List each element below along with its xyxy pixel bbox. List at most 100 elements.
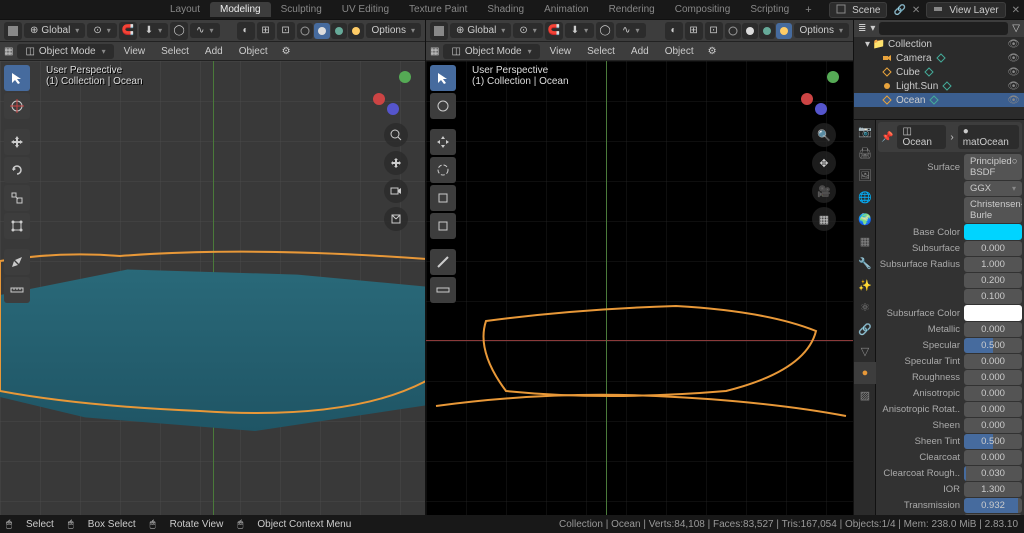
pivot-dropdown[interactable]: ⊙ — [513, 23, 542, 38]
workspace-sculpting[interactable]: Sculpting — [271, 2, 332, 17]
prop-value-ior[interactable]: 1.300 — [964, 482, 1022, 497]
prop-value-clearcoat-rough--[interactable]: 0.030 — [964, 466, 1022, 481]
menu-edit[interactable]: Edit — [58, 4, 93, 16]
zoom-icon[interactable]: 🔍 — [812, 123, 836, 147]
breadcrumb-material[interactable]: ● matOcean — [958, 125, 1019, 149]
tool-measure[interactable] — [430, 277, 456, 303]
orientation-dropdown[interactable]: ⊕ Global — [450, 23, 511, 38]
tab-object[interactable]: ▦ — [854, 230, 876, 252]
breadcrumb-object[interactable]: ◫ Ocean — [897, 125, 946, 149]
visibility-icon[interactable]: 👁 — [1007, 67, 1020, 78]
workspace-texture-paint[interactable]: Texture Paint — [399, 2, 477, 17]
gizmo-toggle[interactable]: ◐ — [237, 22, 255, 40]
pin-icon[interactable]: 📌 — [881, 132, 893, 143]
menu-add[interactable]: Add — [625, 46, 655, 57]
filter-icon[interactable]: ⚙ — [282, 46, 291, 57]
scene-close-icon[interactable]: ✕ — [912, 5, 920, 16]
workspace-modeling[interactable]: Modeling — [210, 2, 271, 17]
tool-rotate[interactable] — [4, 157, 30, 183]
tab-output[interactable]: 🖨 — [854, 142, 876, 164]
tool-select[interactable] — [430, 65, 456, 91]
prop-value-subsurface[interactable]: 0.000 — [964, 241, 1022, 256]
tab-scene[interactable]: 🌐 — [854, 186, 876, 208]
subsurface-method-dropdown[interactable]: Christensen-Burle — [964, 197, 1022, 223]
tab-mesh[interactable]: ▽ — [854, 340, 876, 362]
workspace-scripting[interactable]: Scripting — [740, 2, 799, 17]
mode-dropdown[interactable]: ◫ Object Mode — [443, 44, 539, 59]
outliner-type-icon[interactable]: ≣ — [858, 23, 866, 34]
tab-viewlayer[interactable]: 🖼 — [854, 164, 876, 186]
tool-annotate[interactable] — [430, 249, 456, 275]
tool-move[interactable] — [430, 129, 456, 155]
prop-value-metallic[interactable]: 0.000 — [964, 322, 1022, 337]
prop-value-subsurface-radius[interactable]: 1.000 — [964, 257, 1022, 272]
prop-value-sheen-tint[interactable]: 0.500 — [964, 434, 1022, 449]
menu-select[interactable]: Select — [155, 46, 195, 57]
shading-solid[interactable] — [314, 23, 330, 39]
tab-particle[interactable]: ✨ — [854, 274, 876, 296]
editor-sub-icon[interactable]: ▦ — [4, 46, 13, 57]
prop-value-specular[interactable]: 0.500 — [964, 338, 1022, 353]
workspace-layout[interactable]: Layout — [160, 2, 210, 17]
tool-transform[interactable] — [4, 213, 30, 239]
shading-solid[interactable] — [742, 23, 758, 39]
xray-toggle[interactable]: ⊡ — [277, 22, 295, 40]
layer-close-icon[interactable]: ✕ — [1012, 5, 1020, 16]
tool-annotate[interactable] — [4, 249, 30, 275]
proportional-toggle[interactable]: ◯ — [170, 22, 188, 40]
snap-dropdown[interactable]: ⬇ — [139, 23, 168, 38]
snap-toggle[interactable]: 🧲 — [119, 22, 137, 40]
visibility-icon[interactable]: 👁 — [1007, 81, 1020, 92]
menu-render[interactable]: Render — [93, 4, 145, 16]
outliner-item-light-sun[interactable]: Light.Sun 👁 — [854, 79, 1024, 93]
prop-value-sheen[interactable]: 0.000 — [964, 418, 1022, 433]
tool-cursor[interactable] — [4, 93, 30, 119]
tool-scale[interactable] — [4, 185, 30, 211]
menu-view[interactable]: View — [118, 46, 152, 57]
proportional-toggle[interactable]: ◯ — [596, 22, 614, 40]
tool-rotate[interactable] — [430, 157, 456, 183]
outliner-item-cube[interactable]: Cube 👁 — [854, 65, 1024, 79]
xray-toggle[interactable]: ⊡ — [705, 22, 723, 40]
distribution-dropdown[interactable]: GGX — [964, 181, 1022, 196]
perspective-toggle-icon[interactable]: ▦ — [812, 207, 836, 231]
tab-modifier[interactable]: 🔧 — [854, 252, 876, 274]
tool-scale[interactable] — [430, 185, 456, 211]
nav-gizmo[interactable] — [371, 65, 421, 115]
prop-value-clearcoat[interactable]: 0.000 — [964, 450, 1022, 465]
tool-cursor[interactable] — [430, 93, 456, 119]
orientation-dropdown[interactable]: ⊕ Global — [24, 23, 85, 38]
outliner-mode-icon[interactable]: ▾ — [870, 23, 875, 34]
prop-value-anisotropic-rotat--[interactable]: 0.000 — [964, 402, 1022, 417]
outliner-item-ocean[interactable]: Ocean 👁 — [854, 93, 1024, 107]
tab-render[interactable]: 📷 — [854, 120, 876, 142]
gizmo-toggle[interactable]: ◐ — [665, 22, 683, 40]
pan-icon[interactable] — [384, 151, 408, 175]
shading-matprev[interactable] — [331, 23, 347, 39]
proportional-dropdown[interactable]: ∿ — [190, 23, 219, 38]
scene-field[interactable]: Scene — [829, 2, 887, 18]
visibility-icon[interactable]: 👁 — [1007, 95, 1020, 106]
menu-add[interactable]: Add — [199, 46, 229, 57]
tab-physics[interactable]: ⚛ — [854, 296, 876, 318]
tool-transform[interactable] — [430, 213, 456, 239]
snap-toggle[interactable]: 🧲 — [545, 22, 563, 40]
outliner-collection[interactable]: ▾ 📁 Collection 👁 — [854, 37, 1024, 51]
pivot-dropdown[interactable]: ⊙ — [87, 23, 116, 38]
camera-view-icon[interactable]: 🎥 — [812, 179, 836, 203]
prop-value-sub[interactable]: 0.100 — [964, 289, 1022, 304]
menu-select[interactable]: Select — [581, 46, 621, 57]
options-dropdown[interactable]: Options — [366, 23, 421, 38]
tab-texture[interactable]: ▨ — [854, 384, 876, 406]
perspective-toggle-icon[interactable] — [384, 207, 408, 231]
nav-gizmo[interactable] — [799, 65, 849, 115]
editor-type-icon[interactable] — [430, 22, 448, 40]
menu-file[interactable]: File — [24, 4, 58, 16]
mode-dropdown[interactable]: ◫ Object Mode — [17, 44, 113, 59]
shading-matprev[interactable] — [759, 23, 775, 39]
pan-icon[interactable]: ✥ — [812, 151, 836, 175]
editor-type-icon[interactable] — [4, 22, 22, 40]
menu-view[interactable]: View — [544, 46, 578, 57]
prop-value-sub[interactable]: 0.200 — [964, 273, 1022, 288]
shading-wireframe[interactable] — [725, 23, 741, 39]
